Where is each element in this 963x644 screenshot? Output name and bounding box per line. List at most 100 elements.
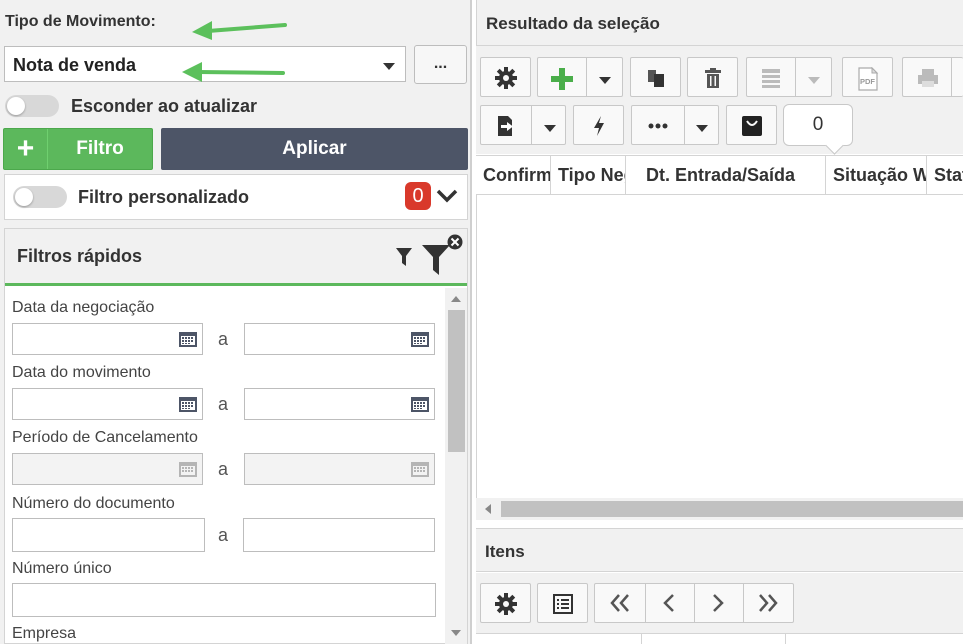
items-title: Itens	[485, 542, 525, 561]
filter-icon[interactable]	[395, 247, 413, 267]
date-input-movimento-start[interactable]	[12, 388, 203, 420]
table-icon	[552, 594, 573, 614]
items-pagination	[594, 583, 794, 623]
last-page-icon[interactable]	[757, 593, 779, 613]
column-header[interactable]: Status	[927, 156, 963, 194]
plus-icon: +	[4, 129, 48, 169]
bag-button[interactable]	[726, 105, 777, 145]
scrollbar-thumb[interactable]	[448, 310, 465, 452]
field-label-empresa: Empresa	[12, 625, 77, 642]
custom-filter-bar: Filtro personalizado	[4, 174, 468, 220]
numero-unico-input[interactable]	[12, 583, 436, 617]
results-title: Resultado da seleção	[486, 14, 660, 33]
scroll-up-icon[interactable]	[451, 296, 461, 302]
trash-icon	[704, 68, 721, 88]
items-grid-header	[476, 633, 963, 644]
results-header: Resultado da seleção	[476, 0, 963, 46]
quick-filters-header: Filtros rápidos	[5, 229, 467, 286]
calendar-icon	[179, 462, 197, 477]
prev-page-icon[interactable]	[661, 593, 677, 613]
date-input-movimento-end[interactable]	[244, 388, 435, 420]
tipo-movimento-label: Tipo de Movimento:	[5, 13, 156, 30]
filters-panel: Tipo de Movimento: Nota de venda ... Esc…	[0, 0, 472, 644]
items-table-view-button[interactable]	[537, 583, 588, 623]
range-separator: a	[218, 459, 229, 479]
custom-filter-count-badge: 0	[405, 182, 431, 210]
print-button	[902, 57, 963, 97]
column-header[interactable]: Confirmada	[476, 156, 551, 194]
custom-filter-label: Filtro personalizado	[78, 187, 250, 207]
copy-icon	[647, 70, 664, 87]
copy-button[interactable]	[630, 57, 681, 97]
custom-filter-toggle[interactable]	[13, 186, 67, 208]
settings-button[interactable]	[480, 57, 531, 97]
field-label-data-negociacao: Data da negociação	[12, 299, 155, 316]
items-header: Itens	[476, 528, 963, 572]
results-grid-header: Confirmada Tipo Negociação Dt. Entrada/S…	[476, 155, 963, 195]
pdf-icon: PDF	[857, 66, 878, 91]
range-separator: a	[218, 329, 229, 349]
clear-filter-icon[interactable]	[419, 233, 465, 277]
gear-icon	[494, 593, 517, 615]
quick-action-button[interactable]	[573, 105, 624, 145]
chevron-down-icon	[383, 63, 395, 70]
results-horizontal-scrollbar[interactable]	[476, 498, 963, 520]
list-icon	[762, 69, 780, 88]
gear-icon	[494, 67, 517, 89]
list-actions-button	[746, 57, 832, 97]
aplicar-button[interactable]: Aplicar	[161, 128, 468, 170]
caret-down-icon[interactable]	[598, 75, 612, 85]
hide-on-update-toggle[interactable]	[5, 95, 59, 117]
chevron-down-icon[interactable]	[436, 188, 458, 204]
more-actions-button[interactable]	[631, 105, 719, 145]
date-input-negociacao-start[interactable]	[12, 323, 203, 355]
caret-down-icon[interactable]	[695, 123, 709, 133]
delete-button[interactable]	[687, 57, 738, 97]
quick-filters-scrollbar[interactable]	[445, 288, 467, 644]
annotation-arrow	[192, 21, 287, 40]
pdf-button[interactable]: PDF	[842, 57, 893, 97]
plus-icon	[551, 68, 573, 90]
field-label-numero-documento: Número do documento	[12, 495, 175, 512]
calendar-icon[interactable]	[410, 330, 430, 348]
date-input-cancelamento-start	[12, 453, 203, 485]
numero-documento-end-input[interactable]	[243, 518, 435, 552]
field-label-data-movimento: Data do movimento	[12, 364, 151, 381]
calendar-icon[interactable]	[178, 395, 198, 413]
calendar-icon[interactable]	[178, 330, 198, 348]
hide-on-update-label: Esconder ao atualizar	[71, 96, 258, 116]
column-header[interactable]: Dt. Entrada/Saída	[626, 156, 826, 194]
svg-text:PDF: PDF	[860, 77, 875, 86]
export-icon	[498, 116, 513, 136]
results-panel: Resultado da seleção PDF 0 Confirm Tipo …	[476, 0, 963, 644]
results-grid-body	[476, 195, 963, 498]
numero-documento-start-input[interactable]	[12, 518, 205, 552]
filtro-button[interactable]: + Filtro	[3, 128, 153, 170]
caret-down-icon[interactable]	[543, 123, 557, 133]
column-header[interactable]: Tipo Negociação	[551, 156, 626, 194]
quick-filters-title: Filtros rápidos	[17, 246, 143, 266]
date-input-negociacao-end[interactable]	[244, 323, 435, 355]
export-button[interactable]	[480, 105, 566, 145]
lightning-icon	[593, 116, 604, 136]
field-label-numero-unico: Número único	[12, 560, 112, 577]
filtro-button-label: Filtro	[76, 138, 124, 159]
range-separator: a	[218, 525, 229, 545]
field-label-periodo-cancelamento: Período de Cancelamento	[12, 429, 198, 446]
print-icon	[918, 69, 938, 87]
range-separator: a	[218, 394, 229, 414]
add-record-button[interactable]	[537, 57, 623, 97]
next-page-icon[interactable]	[710, 593, 726, 613]
calendar-icon[interactable]	[410, 395, 430, 413]
first-page-icon[interactable]	[609, 593, 631, 613]
more-icon	[648, 123, 668, 129]
annotation-arrow	[182, 62, 285, 82]
scroll-left-icon[interactable]	[485, 504, 491, 514]
calendar-icon	[411, 462, 429, 477]
items-settings-button[interactable]	[480, 583, 531, 623]
more-options-button[interactable]: ...	[414, 45, 467, 84]
scrollbar-thumb[interactable]	[501, 501, 963, 517]
bag-icon	[741, 116, 762, 136]
scroll-down-icon[interactable]	[451, 630, 461, 636]
column-header[interactable]: Situação WMS	[826, 156, 927, 194]
